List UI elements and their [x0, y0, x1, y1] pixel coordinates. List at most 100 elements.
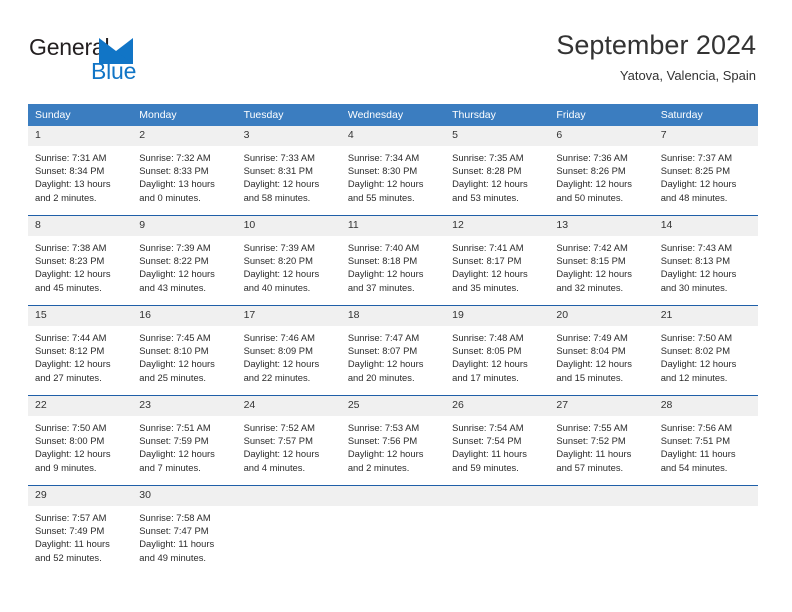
calendar-week-row: 8 Sunrise: 7:38 AM Sunset: 8:23 PM Dayli… [28, 215, 758, 306]
day-cell[interactable]: 6 Sunrise: 7:36 AM Sunset: 8:26 PM Dayli… [549, 126, 654, 216]
daylight-text-line2: and 48 minutes. [660, 191, 728, 203]
day-cell[interactable]: 9 Sunrise: 7:39 AM Sunset: 8:22 PM Dayli… [132, 215, 237, 306]
day-number: 20 [549, 306, 654, 326]
daylight-text-line1: Daylight: 12 hours [243, 448, 320, 460]
day-cell[interactable]: 13 Sunrise: 7:42 AM Sunset: 8:15 PM Dayl… [549, 215, 654, 306]
day-details: Sunrise: 7:36 AM Sunset: 8:26 PM Dayligh… [549, 146, 653, 204]
sunset-text: Sunset: 7:54 PM [452, 435, 522, 447]
daylight-text-line1: Daylight: 13 hours [35, 178, 111, 190]
day-cell[interactable]: 18 Sunrise: 7:47 AM Sunset: 8:07 PM Dayl… [340, 305, 446, 396]
sunset-text: Sunset: 7:47 PM [139, 525, 209, 537]
day-cell[interactable]: 14 Sunrise: 7:43 AM Sunset: 8:13 PM Dayl… [653, 215, 758, 306]
sunset-text: Sunset: 8:25 PM [660, 165, 730, 177]
day-cell[interactable]: 7 Sunrise: 7:37 AM Sunset: 8:25 PM Dayli… [653, 126, 758, 216]
day-number: 11 [340, 216, 446, 236]
sunset-text: Sunset: 8:15 PM [556, 255, 626, 267]
sunrise-text: Sunrise: 7:58 AM [139, 512, 211, 523]
day-cell[interactable]: 30 Sunrise: 7:58 AM Sunset: 7:47 PM Dayl… [132, 485, 237, 575]
daylight-text-line2: and 52 minutes. [35, 551, 102, 563]
day-cell-empty [236, 485, 341, 575]
day-details: Sunrise: 7:31 AM Sunset: 8:34 PM Dayligh… [28, 146, 132, 204]
sunrise-text: Sunrise: 7:39 AM [243, 242, 315, 253]
calendar-table: Sunday Monday Tuesday Wednesday Thursday… [28, 104, 758, 575]
day-cell[interactable]: 10 Sunrise: 7:39 AM Sunset: 8:20 PM Dayl… [236, 215, 341, 306]
daylight-text-line2: and 58 minutes. [243, 191, 311, 203]
day-cell[interactable]: 20 Sunrise: 7:49 AM Sunset: 8:04 PM Dayl… [549, 305, 654, 396]
sunset-text: Sunset: 8:30 PM [347, 165, 418, 177]
day-cell[interactable]: 4 Sunrise: 7:34 AM Sunset: 8:30 PM Dayli… [340, 126, 446, 216]
day-number: 9 [132, 216, 237, 236]
daylight-text-line1: Daylight: 12 hours [347, 358, 424, 370]
day-cell[interactable]: 16 Sunrise: 7:45 AM Sunset: 8:10 PM Dayl… [132, 305, 237, 396]
daylight-text-line1: Daylight: 12 hours [347, 448, 424, 460]
daylight-text-line2: and 27 minutes. [35, 371, 102, 383]
daylight-text-line1: Daylight: 12 hours [556, 358, 632, 370]
day-cell[interactable]: 8 Sunrise: 7:38 AM Sunset: 8:23 PM Dayli… [28, 215, 133, 306]
day-number: 19 [445, 306, 550, 326]
daylight-text-line1: Daylight: 12 hours [660, 268, 737, 280]
day-cell[interactable]: 29 Sunrise: 7:57 AM Sunset: 7:49 PM Dayl… [28, 485, 133, 575]
sunset-text: Sunset: 8:12 PM [35, 345, 105, 357]
sunrise-text: Sunrise: 7:31 AM [35, 152, 107, 163]
daylight-text-line2: and 7 minutes. [139, 461, 201, 473]
day-number: 18 [340, 306, 446, 326]
daylight-text-line2: and 22 minutes. [243, 371, 311, 383]
sunrise-text: Sunrise: 7:32 AM [139, 152, 211, 163]
sunset-text: Sunset: 8:13 PM [660, 255, 730, 267]
day-cell[interactable]: 23 Sunrise: 7:51 AM Sunset: 7:59 PM Dayl… [132, 395, 237, 486]
day-details: Sunrise: 7:48 AM Sunset: 8:05 PM Dayligh… [445, 326, 549, 384]
day-cell[interactable]: 22 Sunrise: 7:50 AM Sunset: 8:00 PM Dayl… [28, 395, 133, 486]
day-cell[interactable]: 15 Sunrise: 7:44 AM Sunset: 8:12 PM Dayl… [28, 305, 133, 396]
daylight-text-line1: Daylight: 11 hours [452, 448, 527, 460]
daylight-text-line1: Daylight: 12 hours [452, 358, 528, 370]
daylight-text-line2: and 49 minutes. [139, 551, 206, 563]
daylight-text-line1: Daylight: 12 hours [139, 358, 215, 370]
sunset-text: Sunset: 7:49 PM [35, 525, 105, 537]
daylight-text-line2: and 37 minutes. [347, 281, 415, 293]
daylight-text-line1: Daylight: 12 hours [556, 178, 632, 190]
day-cell[interactable]: 5 Sunrise: 7:35 AM Sunset: 8:28 PM Dayli… [445, 126, 550, 216]
day-details: Sunrise: 7:32 AM Sunset: 8:33 PM Dayligh… [132, 146, 236, 204]
day-cell[interactable]: 27 Sunrise: 7:55 AM Sunset: 7:52 PM Dayl… [549, 395, 654, 486]
weekday-header-friday: Friday [549, 104, 654, 126]
calendar-week-row: 22 Sunrise: 7:50 AM Sunset: 8:00 PM Dayl… [28, 395, 758, 486]
sunrise-text: Sunrise: 7:38 AM [35, 242, 107, 253]
sunset-text: Sunset: 8:28 PM [452, 165, 522, 177]
day-cell[interactable]: 26 Sunrise: 7:54 AM Sunset: 7:54 PM Dayl… [445, 395, 550, 486]
sunset-text: Sunset: 8:23 PM [35, 255, 105, 267]
day-cell[interactable]: 17 Sunrise: 7:46 AM Sunset: 8:09 PM Dayl… [236, 305, 341, 396]
day-cell[interactable]: 28 Sunrise: 7:56 AM Sunset: 7:51 PM Dayl… [653, 395, 758, 486]
sunrise-text: Sunrise: 7:37 AM [660, 152, 733, 163]
day-cell[interactable]: 19 Sunrise: 7:48 AM Sunset: 8:05 PM Dayl… [445, 305, 550, 396]
sunset-text: Sunset: 7:57 PM [243, 435, 313, 447]
page-header: General Blue September 2024 Yatova, Vale… [0, 0, 792, 100]
day-cell[interactable]: 3 Sunrise: 7:33 AM Sunset: 8:31 PM Dayli… [236, 126, 341, 216]
daylight-text-line2: and 32 minutes. [556, 281, 624, 293]
day-number: 22 [28, 396, 133, 416]
day-cell[interactable]: 1 Sunrise: 7:31 AM Sunset: 8:34 PM Dayli… [28, 126, 133, 216]
sunrise-text: Sunrise: 7:44 AM [35, 332, 107, 343]
calendar-page: General Blue September 2024 Yatova, Vale… [0, 0, 792, 612]
daylight-text-line2: and 54 minutes. [660, 461, 728, 473]
daylight-text-line1: Daylight: 12 hours [556, 268, 632, 280]
sunrise-text: Sunrise: 7:40 AM [347, 242, 420, 253]
sunrise-text: Sunrise: 7:49 AM [556, 332, 628, 343]
day-cell[interactable]: 21 Sunrise: 7:50 AM Sunset: 8:02 PM Dayl… [653, 305, 758, 396]
day-details: Sunrise: 7:40 AM Sunset: 8:18 PM Dayligh… [341, 236, 445, 294]
day-details: Sunrise: 7:41 AM Sunset: 8:17 PM Dayligh… [445, 236, 549, 294]
day-cell[interactable]: 12 Sunrise: 7:41 AM Sunset: 8:17 PM Dayl… [445, 215, 550, 306]
sunset-text: Sunset: 7:51 PM [660, 435, 730, 447]
day-cell[interactable]: 2 Sunrise: 7:32 AM Sunset: 8:33 PM Dayli… [132, 126, 237, 216]
day-details: Sunrise: 7:57 AM Sunset: 7:49 PM Dayligh… [28, 506, 132, 564]
daylight-text-line1: Daylight: 12 hours [452, 178, 528, 190]
day-cell[interactable]: 11 Sunrise: 7:40 AM Sunset: 8:18 PM Dayl… [340, 215, 446, 306]
day-number: 29 [28, 486, 133, 506]
day-cell[interactable]: 24 Sunrise: 7:52 AM Sunset: 7:57 PM Dayl… [236, 395, 341, 486]
sunrise-text: Sunrise: 7:45 AM [139, 332, 211, 343]
day-details: Sunrise: 7:53 AM Sunset: 7:56 PM Dayligh… [341, 416, 445, 474]
sunset-text: Sunset: 8:07 PM [347, 345, 418, 357]
day-details: Sunrise: 7:47 AM Sunset: 8:07 PM Dayligh… [341, 326, 445, 384]
daylight-text-line2: and 53 minutes. [452, 191, 519, 203]
day-cell[interactable]: 25 Sunrise: 7:53 AM Sunset: 7:56 PM Dayl… [340, 395, 446, 486]
day-details: Sunrise: 7:35 AM Sunset: 8:28 PM Dayligh… [445, 146, 549, 204]
